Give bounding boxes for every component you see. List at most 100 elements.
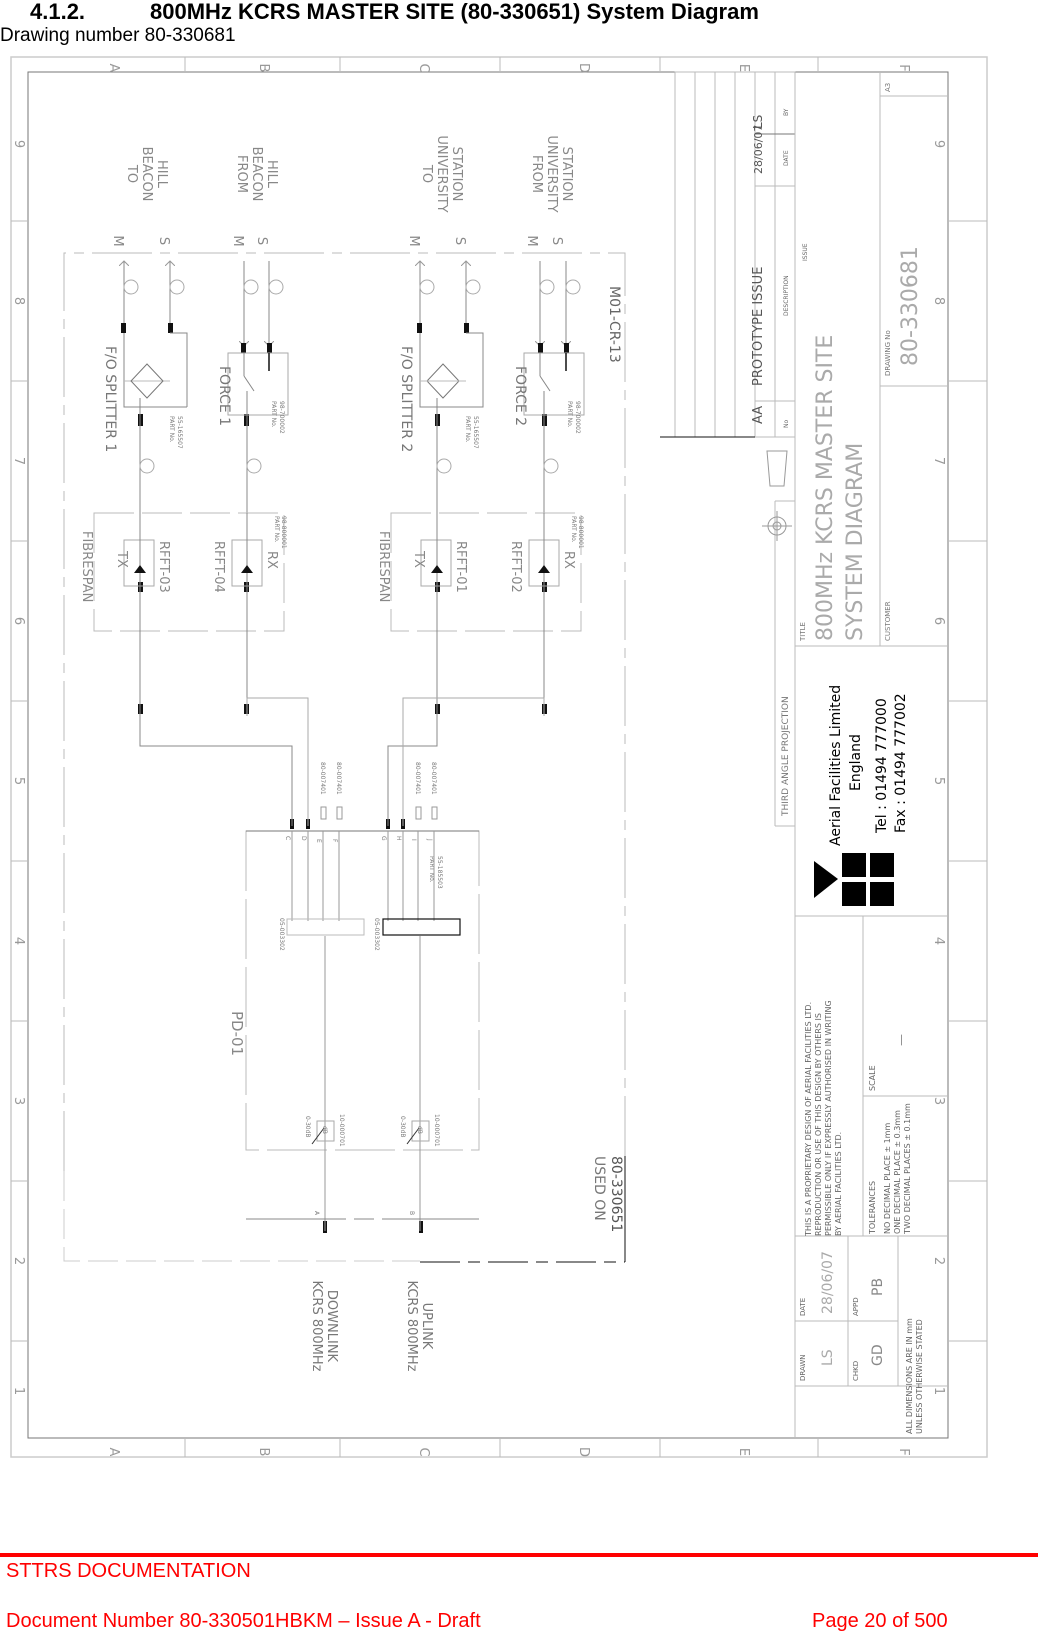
svg-text:M: M [110,235,125,246]
svg-text:0-30dB: 0-30dB [304,1116,311,1138]
svg-text:APPD: APPD [852,1297,860,1316]
row-number: 6 [931,617,946,625]
svg-text:TITLE: TITLE [799,622,807,642]
svg-text:M: M [230,235,245,246]
force-label: FORCE 1 [216,366,232,426]
svg-text:RX: RX [264,551,279,569]
svg-text:E: E [315,839,322,843]
combiner-part: 05-003302 [373,918,380,951]
revision-no: AA [751,406,766,424]
input-uplink-line2: UPLINK [419,1303,434,1350]
svg-text:G: G [380,836,387,841]
svg-text:DESCRIPTION: DESCRIPTION [783,275,790,316]
drawn-by: LS [820,1349,836,1366]
svg-text:HILL: HILL [264,160,279,189]
column-letter: E [736,1448,751,1456]
svg-text:M: M [524,235,539,246]
part-number: 98-700002 [574,401,581,434]
svg-text:REPRODUCTION OR USE OF THIS DE: REPRODUCTION OR USE OF THIS DESIGN BY OT… [814,1013,823,1236]
terminator-part: 80-007401 [335,762,342,795]
section-heading: 4.1.2. 800MHz KCRS MASTER SITE (80-33065… [0,0,1038,24]
used-on-label: USED ON [591,1156,607,1221]
fibrespan-1: FIBRESPAN TX RFFT-03 RFFT-04 RX PART No.… [79,512,287,716]
combiner-1 [286,918,365,936]
part-number: 98-800001 [577,516,584,549]
sheet-size: A3 [884,83,892,92]
svg-text:M: M [406,235,421,246]
svg-text:0-30dB: 0-30dB [399,1116,406,1138]
svg-text:FROM: FROM [529,155,544,193]
terminator-part: 80-007401 [319,762,326,795]
diagram-canvas: A B C D E F A B C D E F 9 8 7 6 5 4 3 2 … [10,56,988,1458]
svg-text:NO DECIMAL PLACE ± 1mm: NO DECIMAL PLACE ± 1mm [883,1123,892,1234]
svg-text:CHKD: CHKD [852,1361,860,1381]
fo-splitter-1: F/O SPLITTER 1 PART No. 55-165507 [102,332,188,516]
svg-text:S: S [156,237,171,245]
row-number: 2 [11,1257,26,1265]
force-label: FORCE 2 [512,366,528,426]
transmitter-id: RFFT-01 [453,541,468,593]
row-number: 7 [931,457,946,465]
row-number: 8 [11,297,26,305]
svg-text:FROM: FROM [234,155,249,193]
drawing-title-line2: SYSTEM DIAGRAM [843,443,868,641]
force-switch-1: FORCE 1 PART No. 98-700002 [216,352,289,516]
svg-text:S: S [549,237,564,245]
svg-text:DRAWN: DRAWN [799,1354,807,1381]
row-number: 1 [931,1387,946,1395]
svg-text:DATE: DATE [783,150,790,166]
svg-text:BEACON: BEACON [249,147,264,202]
fo-splitter-2: F/O SPLITTER 2 PART No. 55-165507 [398,332,484,516]
row-number: 8 [931,297,946,305]
column-letter: C [416,63,431,72]
fibrespan-2: FIBRESPAN TX RFFT-01 RFFT-02 RX PART No.… [376,512,584,716]
section-number: 4.1.2. [30,0,86,24]
svg-text:dB: dB [321,1126,328,1134]
dimensions-note-line2: UNLESS OTHERWISE STATED [915,1319,924,1434]
splitter-label: F/O SPLITTER 2 [398,346,414,452]
dimensions-note-line1: ALL DIMENSIONS ARE IN mm [905,1318,914,1434]
svg-text:DATE: DATE [799,1298,807,1316]
fibre-links [124,261,581,346]
input-uplink-line1: KCRS 800MHz [404,1281,419,1372]
footer-divider [0,1553,1038,1557]
footer-organization: STTRS DOCUMENTATION [6,1560,251,1582]
svg-text:H: H [395,836,402,841]
row-number: 4 [931,937,946,945]
svg-text:A: A [313,1211,320,1216]
svg-text:PART No.: PART No. [273,516,280,543]
row-number: 2 [931,1257,946,1265]
proprietary-notice: THIS IS A PROPRIETARY DESIGN OF AERIAL F… [804,1000,843,1237]
destination-from-university-station: FROM UNIVERSITY STATION M S [524,135,574,246]
input-downlink-line1: KCRS 800MHz [309,1281,324,1372]
drawn-date: 28/06/07 [820,1251,836,1314]
svg-text:TO: TO [124,164,139,183]
part-number: 98-700002 [278,401,285,434]
destination-to-university-station: TO UNIVERSITY STATION M S [406,135,467,246]
row-number: 6 [11,617,26,625]
column-letter: B [256,64,271,73]
part-number: 55-185503 [436,856,443,889]
column-letter: D [576,63,591,73]
svg-text:PART No.: PART No. [464,416,471,443]
svg-text:RX: RX [561,551,576,569]
svg-text:DRAWING No: DRAWING No [884,330,892,376]
column-letter: F [896,64,911,71]
terminator-part: 80-007401 [414,762,421,795]
svg-text:ONE DECIMAL PLACE ± 0.3mm: ONE DECIMAL PLACE ± 0.3mm [893,1110,902,1234]
drawing-number-line: Drawing number 80-330681 [0,25,236,46]
used-on-number: 80-330651 [608,1156,624,1232]
svg-text:J: J [426,838,433,841]
svg-text:TWO DECIMAL PLACES ± 0.1mm: TWO DECIMAL PLACES ± 0.1mm [903,1103,912,1235]
column-letter: B [256,1448,271,1457]
svg-text:TO: TO [419,164,434,183]
svg-text:I: I [410,839,417,841]
svg-text:HILL: HILL [154,160,169,189]
company-fax: Fax : 01494 777002 [893,693,909,833]
svg-text:UNIVERSITY: UNIVERSITY [434,135,449,212]
svg-text:TX: TX [114,550,129,568]
row-number: 5 [931,777,946,785]
svg-text:FIBRESPAN: FIBRESPAN [376,531,391,602]
svg-text:C: C [284,836,291,840]
revision-by: LS [751,115,765,129]
